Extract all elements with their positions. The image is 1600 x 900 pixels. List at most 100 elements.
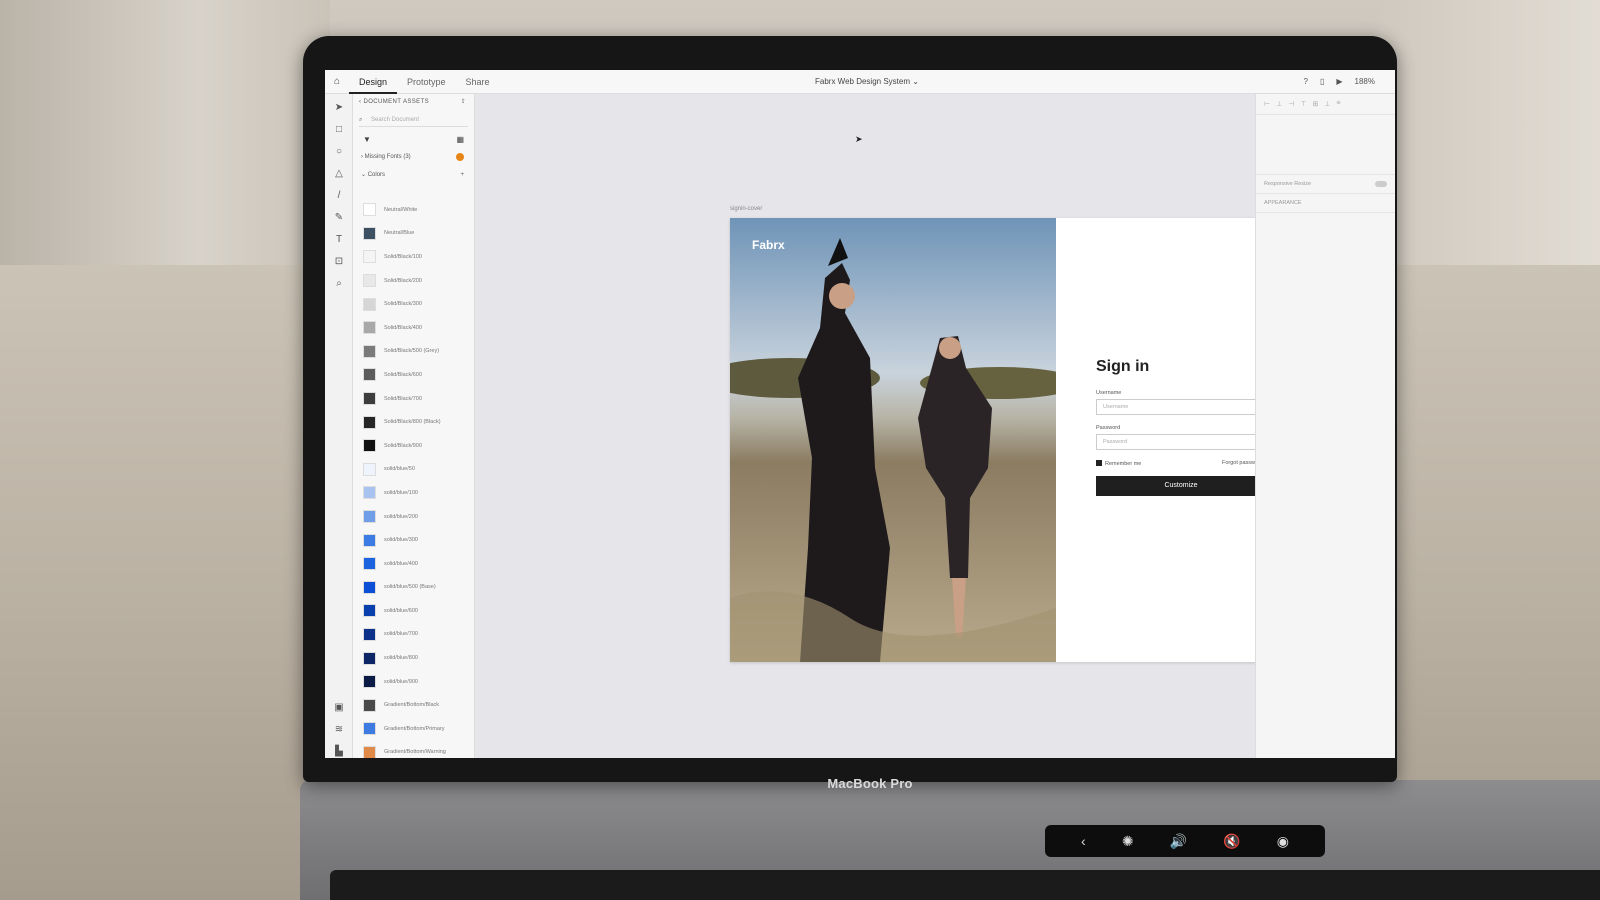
design-canvas[interactable]: ➤ signin-cover Fabrx Sign in Username Us… — [475, 94, 1350, 758]
ellipse-tool-icon[interactable]: ○ — [331, 144, 347, 160]
share-icon[interactable]: ⇪ — [461, 94, 466, 110]
responsive-section: Responsive Resize — [1256, 175, 1395, 194]
username-field[interactable]: Username — [1096, 399, 1266, 415]
color-chip — [363, 722, 376, 736]
add-icon[interactable]: + — [460, 166, 464, 184]
missing-fonts-row[interactable]: › Missing Fonts (3) — [353, 148, 474, 166]
home-icon[interactable]: ⌂ — [325, 76, 349, 87]
polygon-tool-icon[interactable]: △ — [331, 166, 347, 182]
zoom-level[interactable]: 188% — [1355, 70, 1375, 94]
tab-design[interactable]: Design — [349, 70, 398, 94]
remember-me-checkbox[interactable]: Remember me — [1096, 460, 1141, 467]
color-swatch-item[interactable]: Solid/Black/400 — [353, 316, 475, 340]
username-label: Username — [1096, 390, 1122, 396]
align-left-icon[interactable]: ⊢ — [1264, 100, 1270, 108]
color-swatch-item[interactable]: solid/blue/700 — [353, 623, 475, 647]
color-swatch-item[interactable]: Solid/Black/500 (Grey) — [353, 340, 475, 364]
warning-icon — [456, 153, 464, 161]
color-swatch-item[interactable]: Solid/Black/100 — [353, 245, 475, 269]
align-top-icon[interactable]: ⊤ — [1300, 100, 1306, 108]
password-field[interactable]: Password ⌄ — [1096, 434, 1266, 450]
color-swatch-item[interactable]: solid/blue/300 — [353, 528, 475, 552]
layers-icon[interactable]: ≋ — [331, 722, 347, 738]
color-swatch-label: Solid/Black/100 — [384, 253, 422, 260]
align-middle-icon[interactable]: ⊞ — [1312, 100, 1318, 108]
color-swatch-item[interactable]: solid/blue/50 — [353, 458, 475, 482]
text-tool-icon[interactable]: T — [331, 232, 347, 248]
color-swatch-item[interactable]: solid/blue/500 (Base) — [353, 576, 475, 600]
appearance-section: APPEARANCE — [1256, 194, 1395, 213]
color-swatch-item[interactable]: Solid/Black/800 (Black) — [353, 410, 475, 434]
color-swatch-item[interactable]: Neutral/White — [353, 198, 475, 222]
color-swatch-item[interactable]: Solid/Black/600 — [353, 363, 475, 387]
color-chip — [363, 392, 376, 406]
color-swatch-label: solid/blue/200 — [384, 513, 418, 520]
search-icon: ⌕ — [359, 117, 363, 123]
plugins-icon[interactable]: ▙ — [331, 744, 347, 758]
color-chip — [363, 651, 376, 665]
remember-me-label: Remember me — [1105, 461, 1142, 467]
color-chip — [363, 627, 376, 641]
tab-share[interactable]: Share — [456, 70, 500, 94]
color-swatch-label: Gradient/Bottom/Warning — [384, 749, 446, 756]
color-swatch-label: solid/blue/500 (Base) — [384, 584, 436, 591]
signin-options: Remember me Forgot password? — [1096, 460, 1266, 467]
color-swatch-item[interactable]: solid/blue/800 — [353, 646, 475, 670]
siri-icon[interactable]: ◉ — [1277, 833, 1289, 850]
color-swatch-item[interactable]: Gradient/Bottom/Primary — [353, 717, 475, 741]
grid-view-icon[interactable]: ▦ — [456, 135, 464, 144]
assets-header: ‹ DOCUMENT ASSETS ⇪ — [353, 94, 474, 110]
filter-icon[interactable]: ▼ — [363, 135, 371, 144]
color-swatch-item[interactable]: Solid/Black/200 — [353, 269, 475, 293]
assets-icon[interactable]: ▣ — [331, 700, 347, 716]
color-swatch-label: solid/blue/800 — [384, 655, 418, 662]
color-swatch-label: Solid/Black/600 — [384, 371, 422, 378]
color-swatch-item[interactable]: solid/blue/100 — [353, 481, 475, 505]
tab-prototype[interactable]: Prototype — [397, 70, 456, 94]
distribute-icon[interactable]: ≡ — [1336, 100, 1340, 108]
color-swatch-item[interactable]: solid/blue/900 — [353, 670, 475, 694]
align-right-icon[interactable]: ⊣ — [1288, 100, 1294, 108]
line-tool-icon[interactable]: / — [331, 188, 347, 204]
align-center-icon[interactable]: ⊥ — [1276, 100, 1282, 108]
document-title[interactable]: Fabrx Web Design System ⌄ — [815, 70, 919, 94]
color-swatch-item[interactable]: Gradient/Bottom/Warning — [353, 741, 475, 758]
color-swatch-item[interactable]: Gradient/Bottom/Black — [353, 693, 475, 717]
color-chip — [363, 203, 376, 217]
color-chip — [363, 439, 376, 453]
hero-photo: Fabrx — [730, 218, 1056, 662]
appearance-label: APPEARANCE — [1264, 200, 1302, 206]
color-swatch-item[interactable]: Solid/Black/900 — [353, 434, 475, 458]
assets-search-input[interactable]: ⌕ Search Document — [359, 113, 468, 127]
missing-fonts-label: Missing Fonts (3) — [364, 154, 411, 160]
volume-icon[interactable]: 🔊 — [1170, 833, 1187, 850]
artboard-label[interactable]: signin-cover — [730, 206, 762, 212]
rectangle-tool-icon[interactable]: □ — [331, 122, 347, 138]
play-icon[interactable]: ▶ — [1336, 70, 1342, 94]
chevron-left-icon[interactable]: ‹ — [1081, 833, 1086, 849]
select-tool-icon[interactable]: ➤ — [331, 100, 347, 116]
color-swatch-item[interactable]: Solid/Black/700 — [353, 387, 475, 411]
responsive-resize-toggle[interactable] — [1375, 181, 1387, 187]
color-swatch-item[interactable]: Neutral/Blue — [353, 222, 475, 246]
color-swatch-item[interactable]: solid/blue/400 — [353, 552, 475, 576]
align-bottom-icon[interactable]: ⊥ — [1324, 100, 1330, 108]
password-placeholder: Password — [1103, 439, 1128, 445]
artboard-tool-icon[interactable]: ⊡ — [331, 254, 347, 270]
color-swatch-item[interactable]: solid/blue/200 — [353, 505, 475, 529]
brightness-icon[interactable]: ✺ — [1122, 833, 1134, 850]
color-swatch-label: Solid/Black/400 — [384, 324, 422, 331]
device-icon[interactable]: ▯ — [1320, 70, 1324, 94]
color-swatch-item[interactable]: Solid/Black/300 — [353, 292, 475, 316]
pen-tool-icon[interactable]: ✎ — [331, 210, 347, 226]
colors-section-row[interactable]: ⌄ Colors + — [353, 166, 474, 184]
color-chip — [363, 250, 376, 264]
help-icon[interactable]: ? — [1304, 70, 1308, 94]
customize-button[interactable]: Customize — [1096, 476, 1266, 496]
assets-title[interactable]: ‹ DOCUMENT ASSETS — [359, 94, 429, 110]
color-swatch-item[interactable]: solid/blue/600 — [353, 599, 475, 623]
color-chip — [363, 274, 376, 288]
mute-icon[interactable]: 🔇 — [1223, 833, 1240, 850]
color-swatch-label: Neutral/White — [384, 206, 418, 213]
zoom-tool-icon[interactable]: ⌕ — [331, 276, 347, 292]
